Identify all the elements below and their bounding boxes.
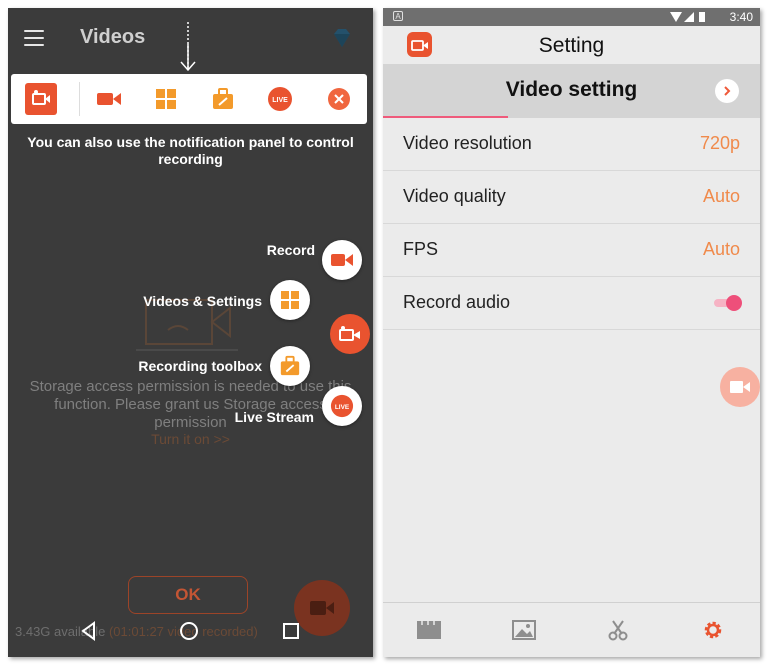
home-nav-icon[interactable] [178,620,200,642]
videos-grid-icon [281,291,299,309]
images-tab[interactable] [511,617,537,643]
row-label: Video quality [403,186,506,206]
toolbox-icon [280,355,300,376]
down-arrow-icon [180,22,196,72]
turn-on-link[interactable]: Turn it on >> [18,431,363,447]
toolbox-label: Recording toolbox [138,358,262,374]
live-stream-button[interactable]: LIVE [322,386,362,426]
floating-record-button[interactable] [720,367,760,407]
status-bar: A 3:40 [383,8,760,26]
recents-nav-icon[interactable] [280,620,302,642]
row-label: FPS [403,239,439,259]
live-icon[interactable]: LIVE [264,83,296,115]
status-time: 3:40 [729,10,753,24]
row-value: 720p [699,133,740,153]
page-title: Videos [80,26,146,48]
bottom-nav [383,602,760,657]
record-audio-toggle[interactable] [714,295,742,311]
row-label: Video resolution [403,133,532,153]
record-label: Record [266,242,315,258]
videos-screen: Videos LIVE You can also use the notific… [8,8,373,657]
video-quality-row[interactable]: Video quality Auto [383,171,760,224]
live-stream-label: Live Stream [234,409,314,425]
status-icons [670,12,705,22]
back-nav-icon[interactable] [78,620,100,642]
record-audio-row[interactable]: Record audio [383,277,760,330]
record-button[interactable] [322,240,362,280]
scissors-icon [608,620,628,641]
diamond-icon[interactable] [330,26,354,50]
signal-icon [684,12,694,22]
storage-status: 3.43G available (01:01:27 video recorded… [15,624,258,639]
fps-row[interactable]: FPS Auto [383,224,760,277]
record-fab[interactable] [294,580,350,636]
video-camera-icon [310,601,334,615]
page-title: Setting [538,34,605,57]
battery-icon [699,12,705,22]
menu-icon[interactable] [24,30,44,51]
floating-recorder-button[interactable] [330,314,370,354]
wifi-icon [670,12,682,22]
videos-settings-label: Videos & Settings [143,293,262,309]
videos-settings-button[interactable] [270,280,310,320]
settings-tab[interactable] [700,617,726,643]
toolbox-icon[interactable] [207,83,239,115]
toolbar-divider [79,82,80,116]
row-label: Record audio [403,292,511,312]
empty-state-illustration [136,299,238,351]
live-badge-text: LIVE [335,404,350,411]
app-bar: Setting [383,26,760,64]
section-title: Video setting [505,78,638,101]
close-icon[interactable] [323,83,355,115]
settings-list: Video resolution 720p Video quality Auto… [383,118,760,330]
videos-tab[interactable] [416,617,442,643]
record-icon[interactable] [93,83,125,115]
row-value: Auto [702,186,740,206]
chevron-right-icon[interactable] [715,79,739,103]
videos-grid-icon[interactable] [150,83,182,115]
edit-tab[interactable] [605,617,631,643]
image-icon [512,620,536,640]
toolbox-button[interactable] [270,346,310,386]
video-setting-header[interactable]: Video setting [383,64,760,118]
gear-icon [704,621,722,639]
live-icon: LIVE [330,394,354,418]
screen-recorder-logo-icon[interactable] [25,83,57,115]
record-icon [331,254,353,266]
video-resolution-row[interactable]: Video resolution 720p [383,118,760,171]
settings-screen: A 3:40 Setting Video setting Video resol… [383,8,760,657]
notification-panel-hint: You can also use the notification panel … [27,134,354,167]
film-icon [417,621,441,639]
row-value: Auto [702,239,740,259]
ok-button[interactable]: OK [128,576,248,614]
notification-badge: A [393,11,403,21]
recording-toolbar: LIVE [11,74,367,124]
screen-recorder-logo-icon [339,326,360,341]
live-icon-label: LIVE [272,97,288,104]
video-camera-icon [730,381,750,393]
